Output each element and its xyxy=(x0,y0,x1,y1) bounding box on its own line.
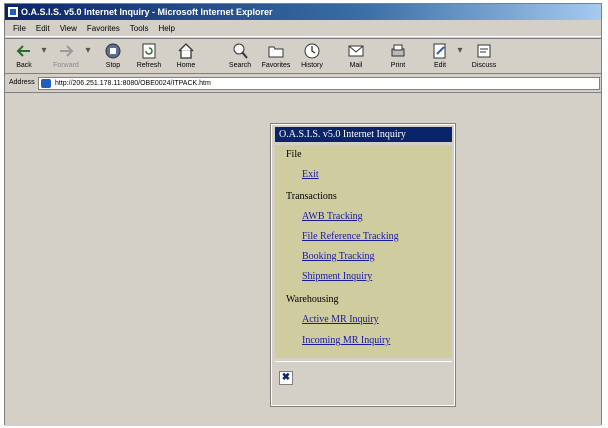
discuss-icon xyxy=(477,44,491,58)
link-exit[interactable]: Exit xyxy=(302,169,319,180)
link-active-mr-inquiry[interactable]: Active MR Inquiry xyxy=(302,314,379,325)
menu-help[interactable]: Help xyxy=(153,21,179,37)
menu-favorites[interactable]: Favorites xyxy=(82,21,125,37)
menu-edit[interactable]: Edit xyxy=(31,21,55,37)
menu-tools[interactable]: Tools xyxy=(125,21,154,37)
history-label: History xyxy=(301,62,323,69)
forward-dropdown-icon[interactable]: ▾ xyxy=(85,45,91,67)
discuss-label: Discuss xyxy=(471,62,497,69)
standard-toolbar: Back ▾ Forward ▾ Stop Refresh Home Searc… xyxy=(5,38,601,74)
menu-file[interactable]: File xyxy=(5,21,31,37)
history-icon xyxy=(304,43,320,59)
search-button[interactable]: Search xyxy=(223,41,257,73)
forward-button[interactable]: Forward xyxy=(49,41,83,73)
link-incoming-mr-inquiry[interactable]: Incoming MR Inquiry xyxy=(302,335,390,346)
menu-bar: File Edit View Favorites Tools Help xyxy=(5,21,601,37)
print-label: Print xyxy=(390,62,406,69)
page-content: O.A.S.I.S. v5.0 Internet Inquiry File Ex… xyxy=(5,94,601,426)
search-icon xyxy=(233,43,248,59)
page-icon xyxy=(41,79,51,88)
edit-page-icon xyxy=(433,43,446,59)
group-file: File xyxy=(286,149,302,160)
link-awb-tracking[interactable]: AWB Tracking xyxy=(302,211,363,222)
stop-icon xyxy=(105,43,121,59)
mail-label: Mail xyxy=(349,62,363,69)
history-button[interactable]: History xyxy=(295,41,329,73)
oasis-menu-panel: File Exit Transactions AWB Tracking File… xyxy=(275,145,452,358)
forward-label: Forward xyxy=(53,62,79,69)
link-shipment-inquiry[interactable]: Shipment Inquiry xyxy=(302,271,372,282)
oasis-menu-title: O.A.S.I.S. v5.0 Internet Inquiry xyxy=(275,127,452,142)
link-file-reference-tracking[interactable]: File Reference Tracking xyxy=(302,231,399,242)
address-label: Address xyxy=(9,79,35,86)
menu-view[interactable]: View xyxy=(55,21,82,37)
window-title: O.A.S.I.S. v5.0 Internet Inquiry - Micro… xyxy=(21,7,273,17)
close-icon[interactable]: ✖ xyxy=(279,371,293,385)
search-label: Search xyxy=(228,62,252,69)
favorites-label: Favorites xyxy=(261,62,291,69)
forward-arrow-icon xyxy=(60,45,74,57)
address-bar: Address http://206.251.178.11:8080/OBE00… xyxy=(5,75,601,93)
home-label: Home xyxy=(176,62,196,69)
link-booking-tracking[interactable]: Booking Tracking xyxy=(302,251,375,262)
stop-label: Stop xyxy=(105,62,121,69)
group-warehousing: Warehousing xyxy=(286,294,339,305)
refresh-label: Refresh xyxy=(136,62,162,69)
back-arrow-icon xyxy=(16,45,30,57)
edit-button[interactable]: Edit xyxy=(423,41,457,73)
back-button[interactable]: Back xyxy=(7,41,41,73)
back-label: Back xyxy=(16,62,32,69)
title-bar: O.A.S.I.S. v5.0 Internet Inquiry - Micro… xyxy=(5,4,601,20)
oasis-menu-window: O.A.S.I.S. v5.0 Internet Inquiry File Ex… xyxy=(270,123,456,407)
favorites-button[interactable]: Favorites xyxy=(259,41,293,73)
oasis-menu-footer: ✖ xyxy=(275,361,452,403)
ie-app-icon xyxy=(7,6,19,18)
home-button[interactable]: Home xyxy=(169,41,203,73)
printer-icon xyxy=(391,44,405,57)
discuss-button[interactable]: Discuss xyxy=(467,41,501,73)
print-button[interactable]: Print xyxy=(381,41,415,73)
back-dropdown-icon[interactable]: ▾ xyxy=(41,45,47,67)
mail-button[interactable]: Mail xyxy=(339,41,373,73)
home-icon xyxy=(178,43,194,59)
address-input[interactable]: http://206.251.178.11:8080/OBE0024/ITPAC… xyxy=(38,77,600,90)
mail-icon xyxy=(348,45,364,57)
group-transactions: Transactions xyxy=(286,191,337,202)
refresh-icon xyxy=(142,43,156,59)
refresh-button[interactable]: Refresh xyxy=(132,41,166,73)
edit-label: Edit xyxy=(433,62,447,69)
browser-window: O.A.S.I.S. v5.0 Internet Inquiry - Micro… xyxy=(4,3,602,426)
favorites-folder-icon xyxy=(268,46,284,58)
stop-button[interactable]: Stop xyxy=(96,41,130,73)
address-url: http://206.251.178.11:8080/OBE0024/ITPAC… xyxy=(55,80,211,87)
edit-dropdown-icon[interactable]: ▾ xyxy=(457,45,463,67)
